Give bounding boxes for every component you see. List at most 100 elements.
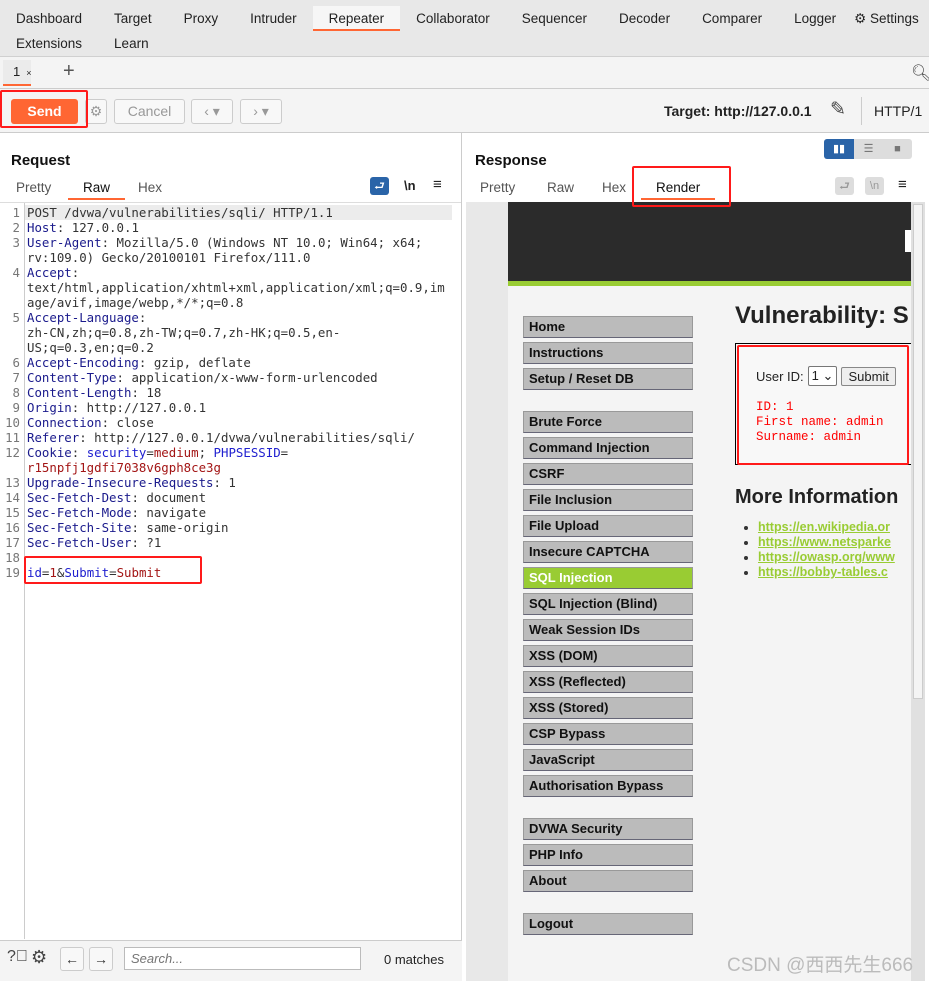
line-content[interactable]: Origin: http://127.0.0.1 xyxy=(25,400,452,415)
dvwa-menu-csrf[interactable]: CSRF xyxy=(523,463,693,485)
dvwa-menu-logout[interactable]: Logout xyxy=(523,913,693,935)
request-tab-hex[interactable]: Hex xyxy=(138,180,162,200)
response-tab-pretty[interactable]: Pretty xyxy=(480,180,515,200)
nav-tab-target[interactable]: Target xyxy=(98,6,168,31)
more-info-link[interactable]: https://owasp.org/www xyxy=(758,550,895,564)
line-content[interactable]: Accept-Encoding: gzip, deflate xyxy=(25,355,452,370)
nav-tab-logger[interactable]: Logger xyxy=(778,6,852,31)
dvwa-menu-command-injection[interactable]: Command Injection xyxy=(523,437,693,459)
code-line[interactable]: 16 Sec-Fetch-Site: same-origin xyxy=(0,520,452,535)
dvwa-menu-setup-reset-db[interactable]: Setup / Reset DB xyxy=(523,368,693,390)
dvwa-menu-xss-reflected-[interactable]: XSS (Reflected) xyxy=(523,671,693,693)
code-line[interactable]: 11 Referer: http://127.0.0.1/dvwa/vulnera… xyxy=(0,430,452,445)
nav-tab-proxy[interactable]: Proxy xyxy=(168,6,235,31)
code-line[interactable]: 10 Connection: close xyxy=(0,415,452,430)
line-content[interactable]: Sec-Fetch-User: ?1 xyxy=(25,535,452,550)
code-line[interactable]: 7 Content-Type: application/x-www-form-ur… xyxy=(0,370,452,385)
code-line[interactable]: 13 Upgrade-Insecure-Requests: 1 xyxy=(0,475,452,490)
newline-toggle[interactable]: \n xyxy=(865,177,884,195)
code-line[interactable]: 15 Sec-Fetch-Mode: navigate xyxy=(0,505,452,520)
dvwa-menu-sql-injection[interactable]: SQL Injection xyxy=(523,567,693,589)
single-layout-icon[interactable]: ■ xyxy=(883,139,912,159)
nav-tab-collaborator[interactable]: Collaborator xyxy=(400,6,506,31)
dvwa-menu-about[interactable]: About xyxy=(523,870,693,892)
request-code[interactable]: 1 POST /dvwa/vulnerabilities/sqli/ HTTP/1… xyxy=(0,205,452,580)
dvwa-menu-xss-stored-[interactable]: XSS (Stored) xyxy=(523,697,693,719)
close-tab-icon[interactable]: × xyxy=(26,68,31,78)
code-line[interactable]: 8 Content-Length: 18 xyxy=(0,385,452,400)
dvwa-menu-csp-bypass[interactable]: CSP Bypass xyxy=(523,723,693,745)
dvwa-menu-xss-dom-[interactable]: XSS (DOM) xyxy=(523,645,693,667)
stacked-layout-icon[interactable]: ☰ xyxy=(854,139,883,159)
dvwa-menu-brute-force[interactable]: Brute Force xyxy=(523,411,693,433)
code-line[interactable]: 18 xyxy=(0,550,452,565)
submit-button[interactable]: Submit xyxy=(841,366,896,386)
request-tab-pretty[interactable]: Pretty xyxy=(16,180,51,200)
more-info-link[interactable]: https://bobby-tables.c xyxy=(758,565,888,579)
user-id-select[interactable]: 1 ⌄ xyxy=(807,366,838,386)
code-line[interactable]: 19 id=1&Submit=Submit xyxy=(0,565,452,580)
help-icon[interactable]: ?⃝ xyxy=(7,948,28,966)
request-editor[interactable]: 1 POST /dvwa/vulnerabilities/sqli/ HTTP/1… xyxy=(0,202,461,939)
line-content[interactable]: Sec-Fetch-Site: same-origin xyxy=(25,520,452,535)
code-line[interactable]: 3 User-Agent: Mozilla/5.0 (Windows NT 10.… xyxy=(0,235,452,265)
line-content[interactable]: POST /dvwa/vulnerabilities/sqli/ HTTP/1.… xyxy=(25,205,452,220)
dvwa-menu-file-inclusion[interactable]: File Inclusion xyxy=(523,489,693,511)
forward-arrow-icon[interactable]: › ▾ xyxy=(240,99,282,124)
line-content[interactable]: Upgrade-Insecure-Requests: 1 xyxy=(25,475,452,490)
search-input[interactable] xyxy=(124,947,361,970)
line-content[interactable]: Content-Length: 18 xyxy=(25,385,452,400)
line-content[interactable]: Referer: http://127.0.0.1/dvwa/vulnerabi… xyxy=(25,430,452,445)
more-info-link[interactable]: https://www.netsparke xyxy=(758,535,891,549)
dvwa-menu-file-upload[interactable]: File Upload xyxy=(523,515,693,537)
dvwa-menu-authorisation-bypass[interactable]: Authorisation Bypass xyxy=(523,775,693,797)
code-line[interactable]: 17 Sec-Fetch-User: ?1 xyxy=(0,535,452,550)
line-content[interactable]: Accept-Language: zh-CN,zh;q=0.8,zh-TW;q=… xyxy=(25,310,452,355)
add-tab-button[interactable]: + xyxy=(63,60,75,83)
line-content[interactable]: Content-Type: application/x-www-form-url… xyxy=(25,370,452,385)
code-line[interactable]: 14 Sec-Fetch-Dest: document xyxy=(0,490,452,505)
line-content[interactable]: Sec-Fetch-Mode: navigate xyxy=(25,505,452,520)
menu-icon[interactable]: ≡ xyxy=(433,176,442,193)
response-tab-render[interactable]: Render xyxy=(641,180,716,200)
code-line[interactable]: 5 Accept-Language: zh-CN,zh;q=0.8,zh-TW;q… xyxy=(0,310,452,355)
nav-tab-learn[interactable]: Learn xyxy=(98,31,165,56)
dvwa-menu-insecure-captcha[interactable]: Insecure CAPTCHA xyxy=(523,541,693,563)
http-version[interactable]: HTTP/1 xyxy=(874,103,922,119)
previous-match-button[interactable]: ← xyxy=(60,947,84,971)
render-scrollbar[interactable] xyxy=(911,202,925,981)
line-content[interactable] xyxy=(25,550,452,565)
send-button[interactable]: Send xyxy=(11,99,78,124)
search-icon[interactable]: 🔍︎ xyxy=(911,63,929,83)
wrap-lines-icon[interactable]: ⮐ xyxy=(370,177,389,195)
nav-tab-decoder[interactable]: Decoder xyxy=(603,6,686,31)
line-content[interactable]: Connection: close xyxy=(25,415,452,430)
response-tab-raw[interactable]: Raw xyxy=(547,180,574,200)
settings-gear-icon[interactable]: ⚙ xyxy=(31,947,47,968)
nav-tab-settings[interactable]: ⚙ Settings xyxy=(852,6,929,31)
dvwa-menu-php-info[interactable]: PHP Info xyxy=(523,844,693,866)
cancel-button[interactable]: Cancel xyxy=(114,99,185,124)
nav-tab-repeater[interactable]: Repeater xyxy=(312,6,401,31)
line-content[interactable]: Accept: text/html,application/xhtml+xml,… xyxy=(25,265,452,310)
nav-tab-extensions[interactable]: Extensions xyxy=(0,31,98,56)
back-arrow-icon[interactable]: ‹ ▾ xyxy=(191,99,233,124)
code-line[interactable]: 1 POST /dvwa/vulnerabilities/sqli/ HTTP/1… xyxy=(0,205,452,220)
request-tab-raw[interactable]: Raw xyxy=(68,180,126,200)
nav-tab-sequencer[interactable]: Sequencer xyxy=(506,6,603,31)
nav-tab-intruder[interactable]: Intruder xyxy=(234,6,313,31)
dvwa-menu-home[interactable]: Home xyxy=(523,316,693,338)
side-by-side-layout-icon[interactable]: ▮▮ xyxy=(824,139,854,159)
repeater-tab-1[interactable]: 1 × xyxy=(3,60,32,86)
line-content[interactable]: id=1&Submit=Submit xyxy=(25,565,452,580)
settings-gear-icon[interactable]: ⚙ xyxy=(85,99,107,124)
code-line[interactable]: 2 Host: 127.0.0.1 xyxy=(0,220,452,235)
dvwa-menu-sql-injection-blind-[interactable]: SQL Injection (Blind) xyxy=(523,593,693,615)
dvwa-menu-dvwa-security[interactable]: DVWA Security xyxy=(523,818,693,840)
dvwa-menu-javascript[interactable]: JavaScript xyxy=(523,749,693,771)
nav-tab-dashboard[interactable]: Dashboard xyxy=(0,6,98,31)
dvwa-menu-instructions[interactable]: Instructions xyxy=(523,342,693,364)
line-content[interactable]: Cookie: security=medium; PHPSESSID= r15n… xyxy=(25,445,452,475)
newline-toggle[interactable]: \n xyxy=(404,178,416,193)
menu-icon[interactable]: ≡ xyxy=(898,176,907,193)
